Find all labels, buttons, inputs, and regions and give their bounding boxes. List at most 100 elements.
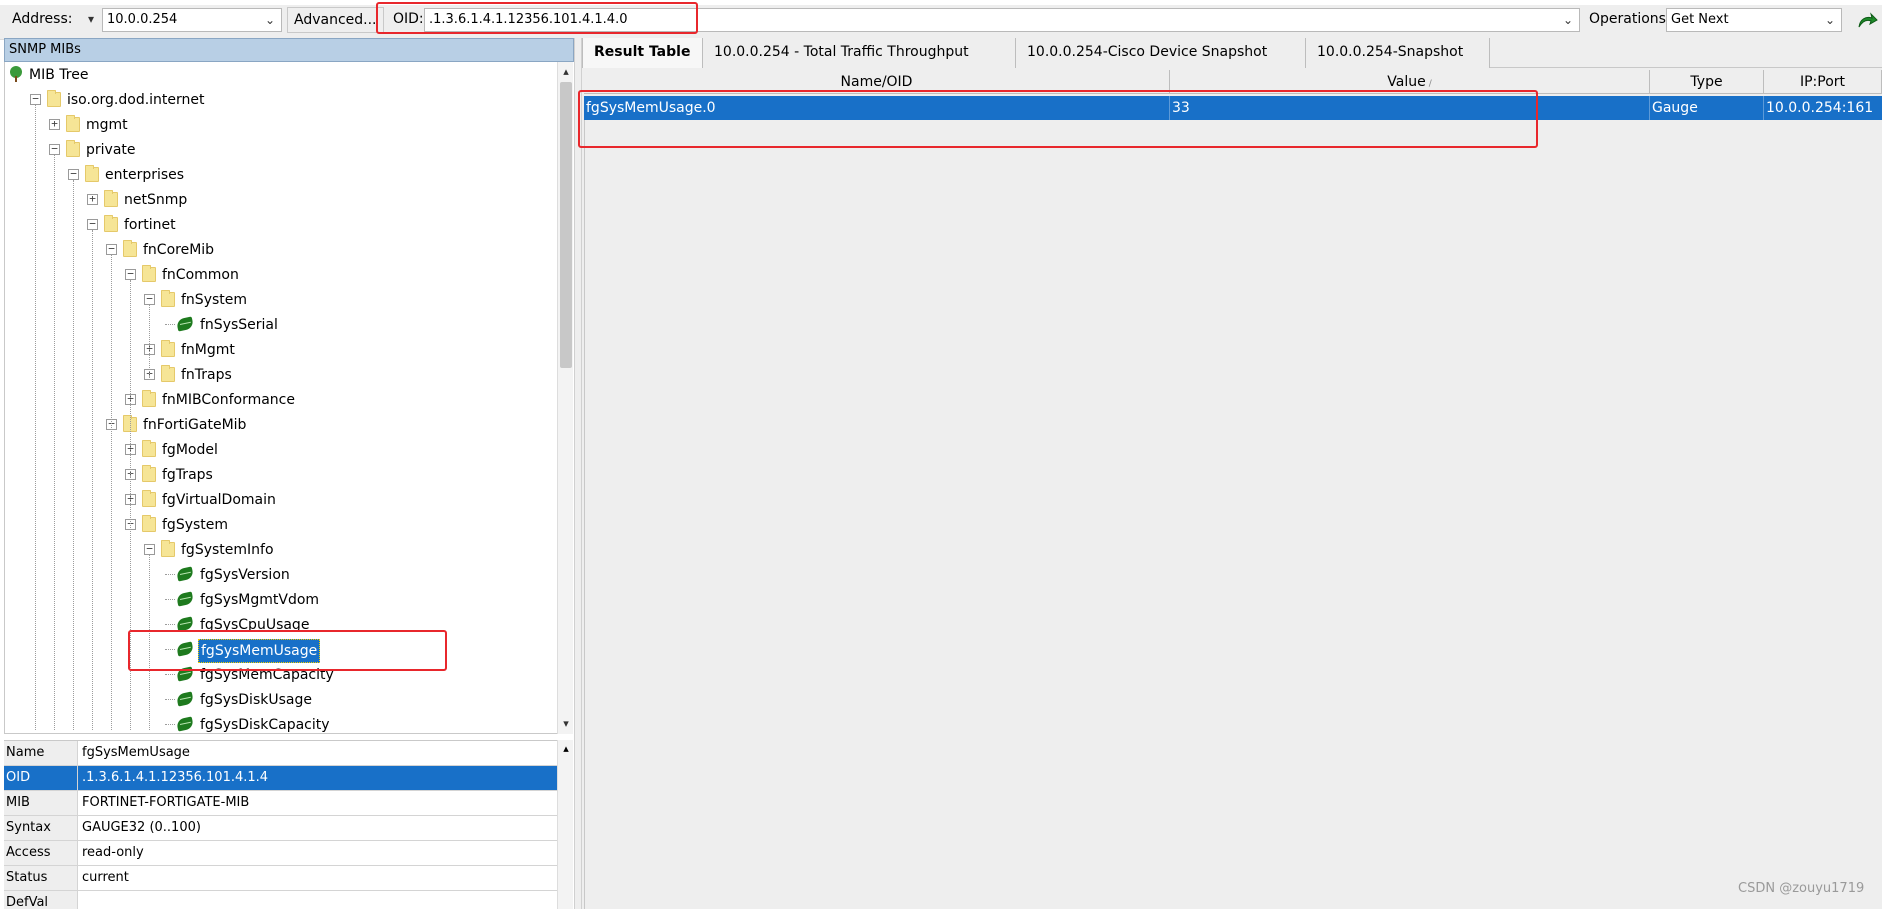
mib-tree[interactable]: MIB Tree − iso.org.dod.internet + mgmt − priva… bbox=[4, 62, 557, 734]
tree-node-label: fnSysSerial bbox=[200, 317, 278, 333]
tree-node[interactable]: + fgTraps bbox=[5, 462, 557, 487]
panel-splitter[interactable] bbox=[574, 38, 582, 909]
tree-node[interactable]: fgSysMgmtVdom bbox=[5, 587, 557, 612]
property-row[interactable]: Access read-only bbox=[4, 841, 557, 866]
tab-result-table[interactable]: Result Table bbox=[582, 38, 703, 68]
tree-node[interactable]: + mgmt bbox=[5, 112, 557, 137]
tree-node[interactable]: − iso.org.dod.internet bbox=[5, 87, 557, 112]
scrollbar-thumb[interactable] bbox=[560, 82, 572, 368]
collapse-icon[interactable]: − bbox=[30, 93, 41, 105]
collapse-icon[interactable]: − bbox=[49, 143, 60, 155]
tree-node[interactable]: fnSysSerial bbox=[5, 312, 557, 337]
tree-node-label: fnSystem bbox=[181, 292, 248, 308]
tree-node[interactable]: + fgModel bbox=[5, 437, 557, 462]
scroll-up-icon[interactable]: ▴ bbox=[558, 64, 574, 80]
tree-node-label: fgSysDiskCapacity bbox=[200, 717, 330, 733]
tree-node[interactable]: − fortinet bbox=[5, 212, 557, 237]
folder-icon bbox=[161, 540, 175, 557]
properties-scrollbar[interactable]: ▴ bbox=[557, 740, 573, 909]
tree-connector bbox=[165, 324, 175, 325]
tree-node-label: fgSysDiskUsage bbox=[200, 692, 312, 708]
address-value: 10.0.0.254 bbox=[107, 12, 178, 27]
tree-node[interactable]: + fgVirtualDomain bbox=[5, 487, 557, 512]
tree-node[interactable]: + netSnmp bbox=[5, 187, 557, 212]
collapse-icon[interactable]: − bbox=[125, 268, 136, 280]
address-combo[interactable]: 10.0.0.254 ⌄ bbox=[102, 8, 282, 32]
oid-label: OID: bbox=[393, 11, 424, 27]
oid-input[interactable]: .1.3.6.1.4.1.12356.101.4.1.4.0 ⌄ bbox=[424, 8, 1580, 32]
tree-node[interactable]: − fgSystemInfo bbox=[5, 537, 557, 562]
operations-value: Get Next bbox=[1671, 12, 1729, 27]
collapse-icon[interactable]: − bbox=[68, 168, 79, 180]
table-row[interactable]: fgSysMemUsage.0 33 Gauge 10.0.0.254:161 bbox=[584, 96, 1882, 120]
property-value: fgSysMemUsage bbox=[78, 741, 557, 765]
tree-node[interactable]: − private bbox=[5, 137, 557, 162]
property-row[interactable]: Name fgSysMemUsage bbox=[4, 741, 557, 766]
result-grid-body[interactable] bbox=[584, 120, 1882, 909]
property-row[interactable]: Status current bbox=[4, 866, 557, 891]
property-row[interactable]: Syntax GAUGE32 (0..100) bbox=[4, 816, 557, 841]
chevron-down-icon[interactable]: ⌄ bbox=[1559, 9, 1577, 31]
collapse-icon[interactable]: − bbox=[87, 218, 98, 230]
property-value: read-only bbox=[78, 841, 557, 865]
tree-node[interactable]: − fnCommon bbox=[5, 262, 557, 287]
column-header-label: Name/OID bbox=[840, 74, 913, 90]
folder-icon bbox=[104, 215, 118, 232]
tree-node[interactable]: − fnFortiGateMib bbox=[5, 412, 557, 437]
tree-node[interactable]: MIB Tree bbox=[5, 62, 557, 87]
tree-node-label: fgModel bbox=[162, 442, 218, 458]
snmp-mibs-title: SNMP MIBs bbox=[4, 38, 574, 62]
tree-node[interactable]: fgSysDiskCapacity bbox=[5, 712, 557, 733]
property-value: .1.3.6.1.4.1.12356.101.4.1.4 bbox=[78, 766, 557, 790]
address-dropdown-arrow[interactable]: ▾ bbox=[82, 8, 96, 32]
tree-guide-line bbox=[149, 305, 150, 380]
property-row[interactable]: DefVal bbox=[4, 891, 557, 909]
tree-node[interactable]: − fnSystem bbox=[5, 287, 557, 312]
tree-node[interactable]: fgSysMemUsage bbox=[5, 637, 557, 663]
tab-cisco-device-snapshot[interactable]: 10.0.0.254-Cisco Device Snapshot bbox=[1016, 38, 1306, 68]
column-header-ip-port[interactable]: IP:Port bbox=[1764, 70, 1882, 94]
chevron-down-icon[interactable]: ⌄ bbox=[1821, 9, 1839, 31]
chevron-down-icon[interactable]: ⌄ bbox=[261, 9, 279, 31]
tree-node[interactable]: + fnMIBConformance bbox=[5, 387, 557, 412]
tree-scrollbar[interactable]: ▴ ▾ bbox=[557, 62, 573, 734]
tree-node[interactable]: − fnCoreMib bbox=[5, 237, 557, 262]
tree-node[interactable]: fgSysCpuUsage bbox=[5, 612, 557, 637]
folder-icon bbox=[161, 365, 175, 382]
scroll-up-icon[interactable]: ▴ bbox=[558, 742, 574, 755]
property-key: DefVal bbox=[4, 891, 78, 909]
scroll-down-icon[interactable]: ▾ bbox=[558, 716, 574, 732]
tree-node[interactable]: − fgSystem bbox=[5, 512, 557, 537]
tree-guide-line bbox=[111, 255, 112, 730]
tab-snapshot[interactable]: 10.0.0.254-Snapshot bbox=[1306, 38, 1490, 68]
tree-node-label: fnFortiGateMib bbox=[143, 417, 247, 433]
collapse-icon[interactable]: − bbox=[144, 293, 155, 305]
column-header-type[interactable]: Type bbox=[1650, 70, 1764, 94]
folder-icon bbox=[104, 190, 118, 207]
column-header-value[interactable]: Value / bbox=[1170, 70, 1650, 94]
folder-icon bbox=[85, 165, 99, 182]
tree-node[interactable]: fgSysVersion bbox=[5, 562, 557, 587]
tree-node[interactable]: fgSysMemCapacity bbox=[5, 662, 557, 687]
property-row[interactable]: OID .1.3.6.1.4.1.12356.101.4.1.4 bbox=[4, 766, 557, 791]
column-header-label: Type bbox=[1690, 74, 1723, 90]
operations-label: Operations: bbox=[1589, 11, 1671, 27]
advanced-button[interactable]: Advanced... bbox=[287, 7, 384, 33]
collapse-icon[interactable]: − bbox=[106, 243, 117, 255]
property-value: GAUGE32 (0..100) bbox=[78, 816, 557, 840]
tree-node-label: enterprises bbox=[105, 167, 185, 183]
expand-icon[interactable]: + bbox=[49, 118, 60, 130]
tree-node[interactable]: − enterprises bbox=[5, 162, 557, 187]
tree-node[interactable]: + fnMgmt bbox=[5, 337, 557, 362]
column-header-name-oid[interactable]: Name/OID bbox=[584, 70, 1170, 94]
operations-select[interactable]: Get Next ⌄ bbox=[1666, 8, 1842, 32]
go-arrow-icon[interactable] bbox=[1856, 10, 1878, 32]
tree-node[interactable]: + fnTraps bbox=[5, 362, 557, 387]
tab-total-traffic-throughput[interactable]: 10.0.0.254 - Total Traffic Throughput bbox=[703, 38, 1016, 68]
expand-icon[interactable]: + bbox=[87, 193, 98, 205]
collapse-icon[interactable]: − bbox=[144, 543, 155, 555]
tree-node-label: netSnmp bbox=[124, 192, 188, 208]
tree-node-label: fgVirtualDomain bbox=[162, 492, 276, 508]
property-row[interactable]: MIB FORTINET-FORTIGATE-MIB bbox=[4, 791, 557, 816]
tree-node[interactable]: fgSysDiskUsage bbox=[5, 687, 557, 712]
